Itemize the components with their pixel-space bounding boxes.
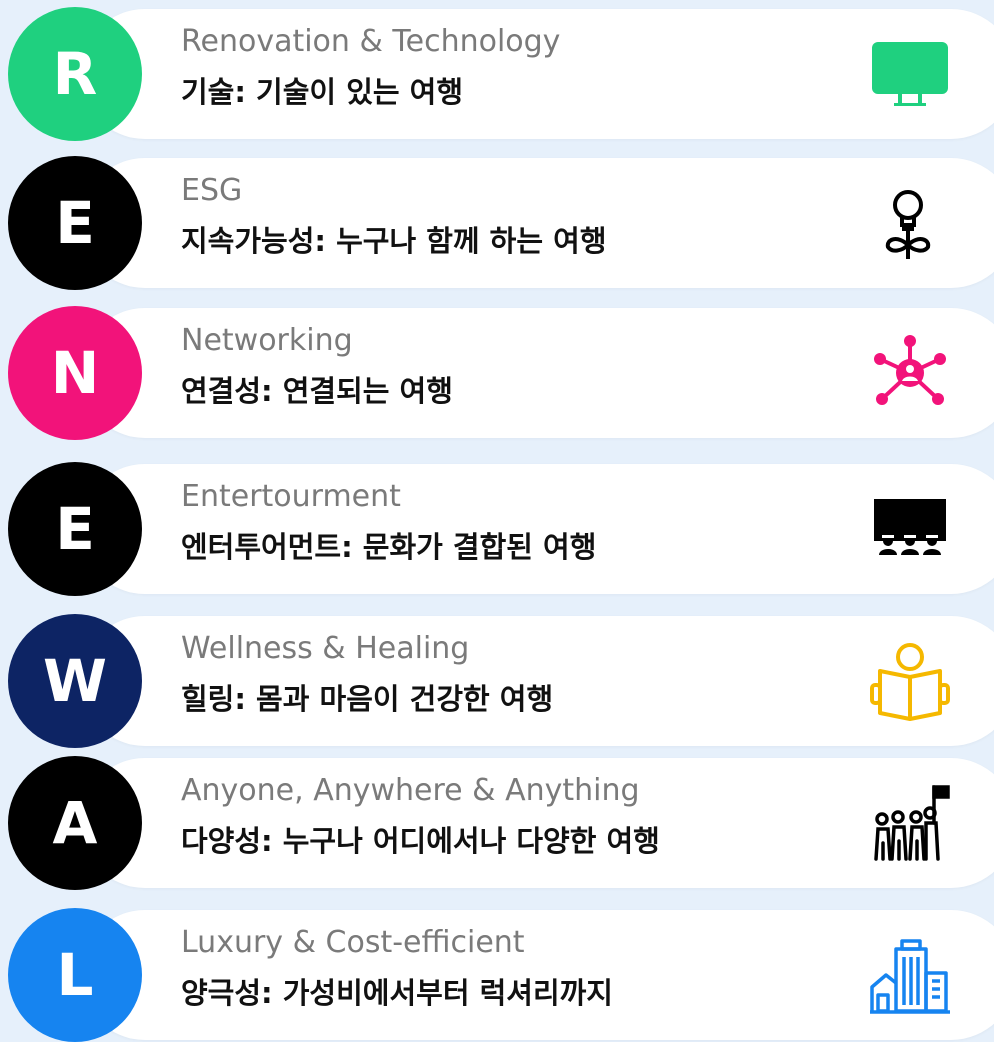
monitor-icon — [868, 34, 952, 114]
letter: A — [52, 789, 98, 857]
lightbulb-plant-icon — [868, 183, 952, 263]
korean-description: 다양성: 누구나 어디에서나 다양한 여행 — [181, 824, 660, 858]
english-title: Networking — [181, 323, 353, 358]
korean-description: 연결성: 연결되는 여행 — [181, 374, 453, 408]
english-title: Renovation & Technology — [181, 24, 561, 59]
letter-badge: E — [8, 462, 142, 596]
letter: W — [43, 647, 107, 715]
list-item-esg: E ESG 지속가능성: 누구나 함께 하는 여행 — [0, 156, 994, 290]
letter: N — [50, 339, 100, 407]
letter-badge: E — [8, 156, 142, 290]
letter-badge: L — [8, 908, 142, 1042]
list-item-entertourment: E Entertourment 엔터투어먼트: 문화가 결합된 여행 — [0, 462, 994, 596]
korean-description: 엔터투어먼트: 문화가 결합된 여행 — [181, 530, 597, 564]
letter: R — [52, 40, 98, 108]
list-item-anyone: A Anyone, Anywhere & Anything 다양성: 누구나 어… — [0, 756, 994, 890]
korean-description: 지속가능성: 누구나 함께 하는 여행 — [181, 224, 607, 258]
letter-badge: A — [8, 756, 142, 890]
letter: L — [56, 941, 94, 1009]
theater-audience-icon — [868, 489, 952, 569]
korean-description: 양극성: 가성비에서부터 럭셔리까지 — [181, 976, 613, 1010]
list-item-luxury: L Luxury & Cost-efficient 양극성: 가성비에서부터 럭… — [0, 908, 994, 1042]
korean-description: 기술: 기술이 있는 여행 — [181, 75, 464, 109]
network-icon — [868, 333, 952, 413]
english-title: ESG — [181, 173, 243, 208]
list-item-networking: N Networking 연결성: 연결되는 여행 — [0, 306, 994, 440]
person-reading-icon — [868, 641, 952, 721]
letter-badge: W — [8, 614, 142, 748]
crowd-flag-icon — [868, 783, 952, 863]
letter-badge: N — [8, 306, 142, 440]
letter: E — [55, 189, 95, 257]
buildings-icon — [868, 935, 952, 1015]
letter-badge: R — [8, 7, 142, 141]
english-title: Luxury & Cost-efficient — [181, 925, 525, 960]
list-item-wellness: W Wellness & Healing 힐링: 몸과 마음이 건강한 여행 — [0, 614, 994, 748]
english-title: Wellness & Healing — [181, 631, 470, 666]
korean-description: 힐링: 몸과 마음이 건강한 여행 — [181, 682, 554, 716]
english-title: Entertourment — [181, 479, 401, 514]
list-item-renovation: R Renovation & Technology 기술: 기술이 있는 여행 — [0, 7, 994, 141]
english-title: Anyone, Anywhere & Anything — [181, 773, 640, 808]
letter: E — [55, 495, 95, 563]
